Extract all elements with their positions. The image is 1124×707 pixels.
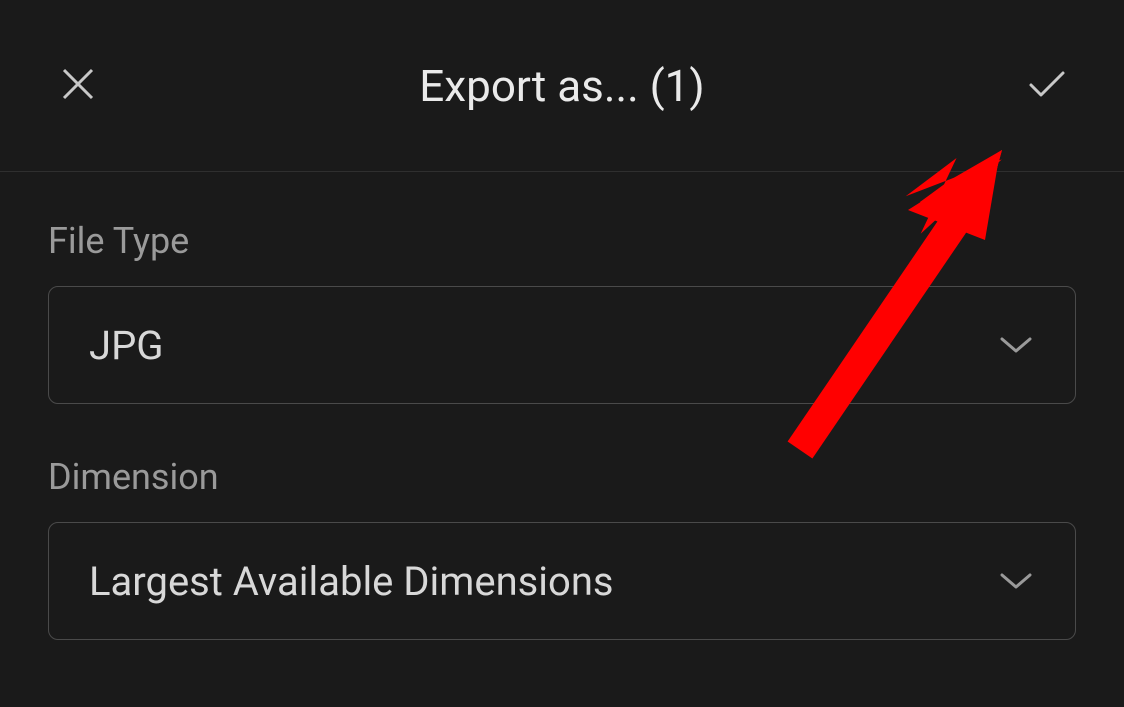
dialog-header: Export as... (1) <box>0 0 1124 172</box>
file-type-value: JPG <box>89 322 164 369</box>
file-type-label: File Type <box>48 220 1076 262</box>
dialog-content: File Type JPG Dimension Largest Availabl… <box>0 172 1124 640</box>
dimension-select[interactable]: Largest Available Dimensions <box>48 522 1076 640</box>
chevron-down-icon <box>997 326 1035 364</box>
close-icon <box>58 64 98 108</box>
dimension-value: Largest Available Dimensions <box>89 558 614 605</box>
dialog-title: Export as... (1) <box>104 60 1020 112</box>
dimension-label: Dimension <box>48 456 1076 498</box>
chevron-down-icon <box>997 562 1035 600</box>
close-button[interactable] <box>52 60 104 112</box>
confirm-button[interactable] <box>1020 60 1072 112</box>
file-type-select[interactable]: JPG <box>48 286 1076 404</box>
checkmark-icon <box>1023 61 1069 111</box>
